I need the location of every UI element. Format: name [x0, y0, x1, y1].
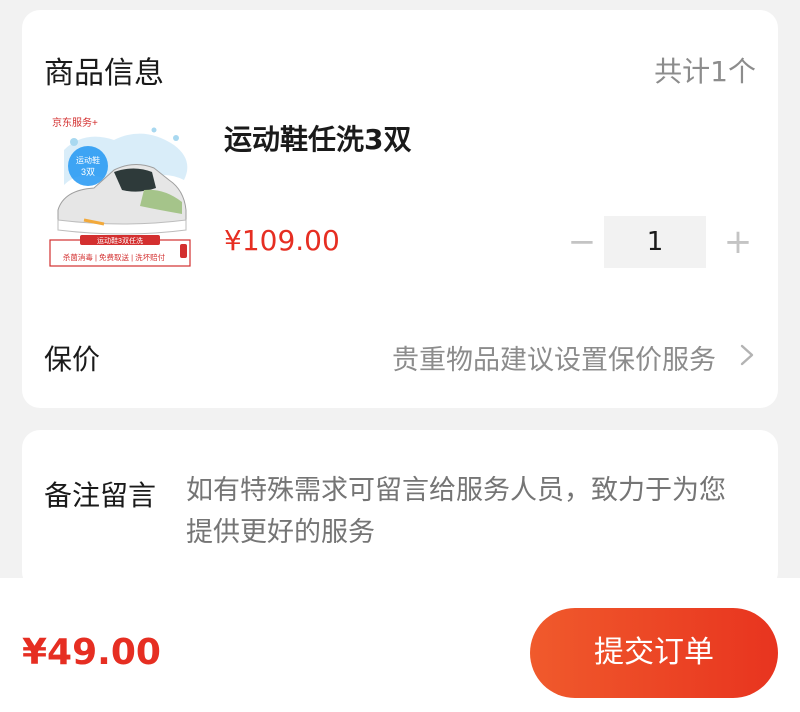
chevron-right-icon[interactable]: [736, 340, 758, 370]
remark-card: 备注留言: [22, 430, 778, 590]
pay-amount: ¥49.00: [22, 632, 161, 673]
product-section-title: 商品信息: [44, 56, 164, 91]
increase-button[interactable]: +: [718, 216, 758, 268]
product-price: ¥109.00: [224, 224, 340, 257]
total-count: 共计1个: [654, 55, 756, 88]
product-name: 运动鞋任洗3双: [224, 123, 412, 156]
product-card: 商品信息 共计1个 京东服务+ 运动鞋 3双 运动鞋3双任洗 杀菌消毒 | 免费: [22, 10, 778, 408]
submit-order-button[interactable]: 提交订单: [530, 608, 778, 698]
badge-text-1: 运动鞋: [76, 155, 100, 165]
remark-label: 备注留言: [44, 479, 157, 512]
banner-tags: 杀菌消毒 | 免费取送 | 洗坏赔付: [63, 252, 166, 262]
bottom-bar: ¥49.00 提交订单: [0, 578, 800, 712]
sneaker-wash-illustration: 京东服务+ 运动鞋 3双 运动鞋3双任洗 杀菌消毒 | 免费取送 | 洗坏赔付: [44, 110, 200, 270]
quantity-stepper: − 1 +: [562, 216, 758, 268]
decrease-button[interactable]: −: [562, 216, 602, 268]
badge-text-2: 3双: [81, 167, 95, 177]
quantity-value[interactable]: 1: [604, 216, 706, 268]
insurance-label[interactable]: 保价: [44, 338, 100, 378]
remark-input[interactable]: [186, 470, 746, 554]
product-image[interactable]: 京东服务+ 运动鞋 3双 运动鞋3双任洗 杀菌消毒 | 免费取送 | 洗坏赔付: [44, 110, 200, 270]
insurance-hint[interactable]: 贵重物品建议设置保价服务: [392, 338, 716, 377]
brand-text: 京东服务+: [52, 116, 98, 129]
banner-title: 运动鞋3双任洗: [97, 236, 143, 245]
